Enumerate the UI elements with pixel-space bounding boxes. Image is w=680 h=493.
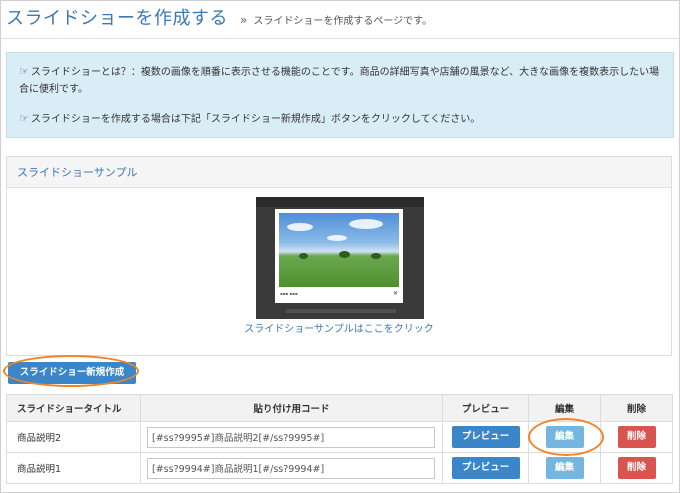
slideshow-table: スライドショータイトル 貼り付け用コード プレビュー 編集 削除 商品説明2 プ… (6, 394, 673, 484)
new-slideshow-button[interactable]: スライドショー新規作成 (8, 362, 136, 384)
table-header-row: スライドショータイトル 貼り付け用コード プレビュー 編集 削除 (6, 394, 673, 422)
header-divider (0, 38, 680, 39)
table-row: 商品説明1 プレビュー 編集 削除 (6, 452, 673, 484)
slideshow-title: 商品説明1 (6, 452, 141, 484)
hand-point-right-icon: ☞ (19, 112, 29, 125)
hand-point-right-icon: ☞ (19, 65, 29, 78)
delete-button[interactable]: 削除 (617, 457, 656, 479)
info-text-1: スライドショーとは？：複数の画像を順番に表示させる機能のことです。商品の詳細写真… (19, 67, 660, 95)
edit-button[interactable]: 編集 (545, 426, 584, 448)
edit-cell: 編集 (528, 452, 601, 484)
info-paragraph-1: ☞ スライドショーとは？：複数の画像を順番に表示させる機能のことです。商品の詳細写… (19, 63, 661, 98)
delete-button[interactable]: 削除 (617, 426, 656, 448)
edit-cell: 編集 (528, 421, 601, 453)
preview-cell: プレビュー (442, 421, 529, 453)
close-icon: ✕ (392, 289, 398, 297)
breadcrumb-separator: » (240, 13, 248, 27)
delete-cell: 削除 (600, 421, 673, 453)
sample-panel: スライドショーサンプル ▪▪▪ ▪▪▪ ✕ スライドショーサンプルはここをクリッ… (6, 156, 672, 356)
preview-button[interactable]: プレビュー (451, 426, 520, 448)
code-cell (140, 452, 443, 484)
sample-link[interactable]: スライドショーサンプルはここをクリック (7, 320, 671, 335)
preview-bottom-bar (286, 309, 396, 313)
preview-lightbox: ▪▪▪ ▪▪▪ ✕ (275, 209, 403, 303)
page-subtitle: スライドショーを作成するページです。 (253, 16, 433, 27)
landscape-photo (279, 213, 399, 287)
info-text-2: スライドショーを作成する場合は下記「スライドショー新規作成」ボタンをクリックして… (30, 114, 481, 125)
embed-code-field[interactable] (147, 457, 435, 479)
lightbox-caption: ▪▪▪ ▪▪▪ (280, 290, 298, 296)
lightbox-caption-row: ▪▪▪ ▪▪▪ ✕ (279, 287, 399, 299)
slideshow-title: 商品説明2 (6, 421, 141, 453)
page-header: スライドショーを作成する » スライドショーを作成するページです。 (6, 4, 432, 36)
info-paragraph-2: ☞ スライドショーを作成する場合は下記「スライドショー新規作成」ボタンをクリックし… (19, 110, 661, 128)
embed-code-field[interactable] (147, 426, 435, 448)
edit-button[interactable]: 編集 (545, 457, 584, 479)
column-header-code: 貼り付け用コード (140, 394, 443, 422)
preview-button[interactable]: プレビュー (451, 457, 520, 479)
page-title: スライドショーを作成する (6, 8, 228, 29)
sample-panel-heading: スライドショーサンプル (7, 157, 671, 188)
code-cell (140, 421, 443, 453)
preview-cell: プレビュー (442, 452, 529, 484)
column-header-edit: 編集 (528, 394, 601, 422)
info-box: ☞ スライドショーとは？：複数の画像を順番に表示させる機能のことです。商品の詳細写… (6, 52, 674, 138)
column-header-delete: 削除 (600, 394, 673, 422)
delete-cell: 削除 (600, 452, 673, 484)
slideshow-sample-preview[interactable]: ▪▪▪ ▪▪▪ ✕ (256, 197, 424, 319)
table-row: 商品説明2 プレビュー 編集 削除 (6, 421, 673, 453)
column-header-title: スライドショータイトル (6, 394, 141, 422)
column-header-preview: プレビュー (442, 394, 529, 422)
preview-top-bar (256, 197, 424, 207)
